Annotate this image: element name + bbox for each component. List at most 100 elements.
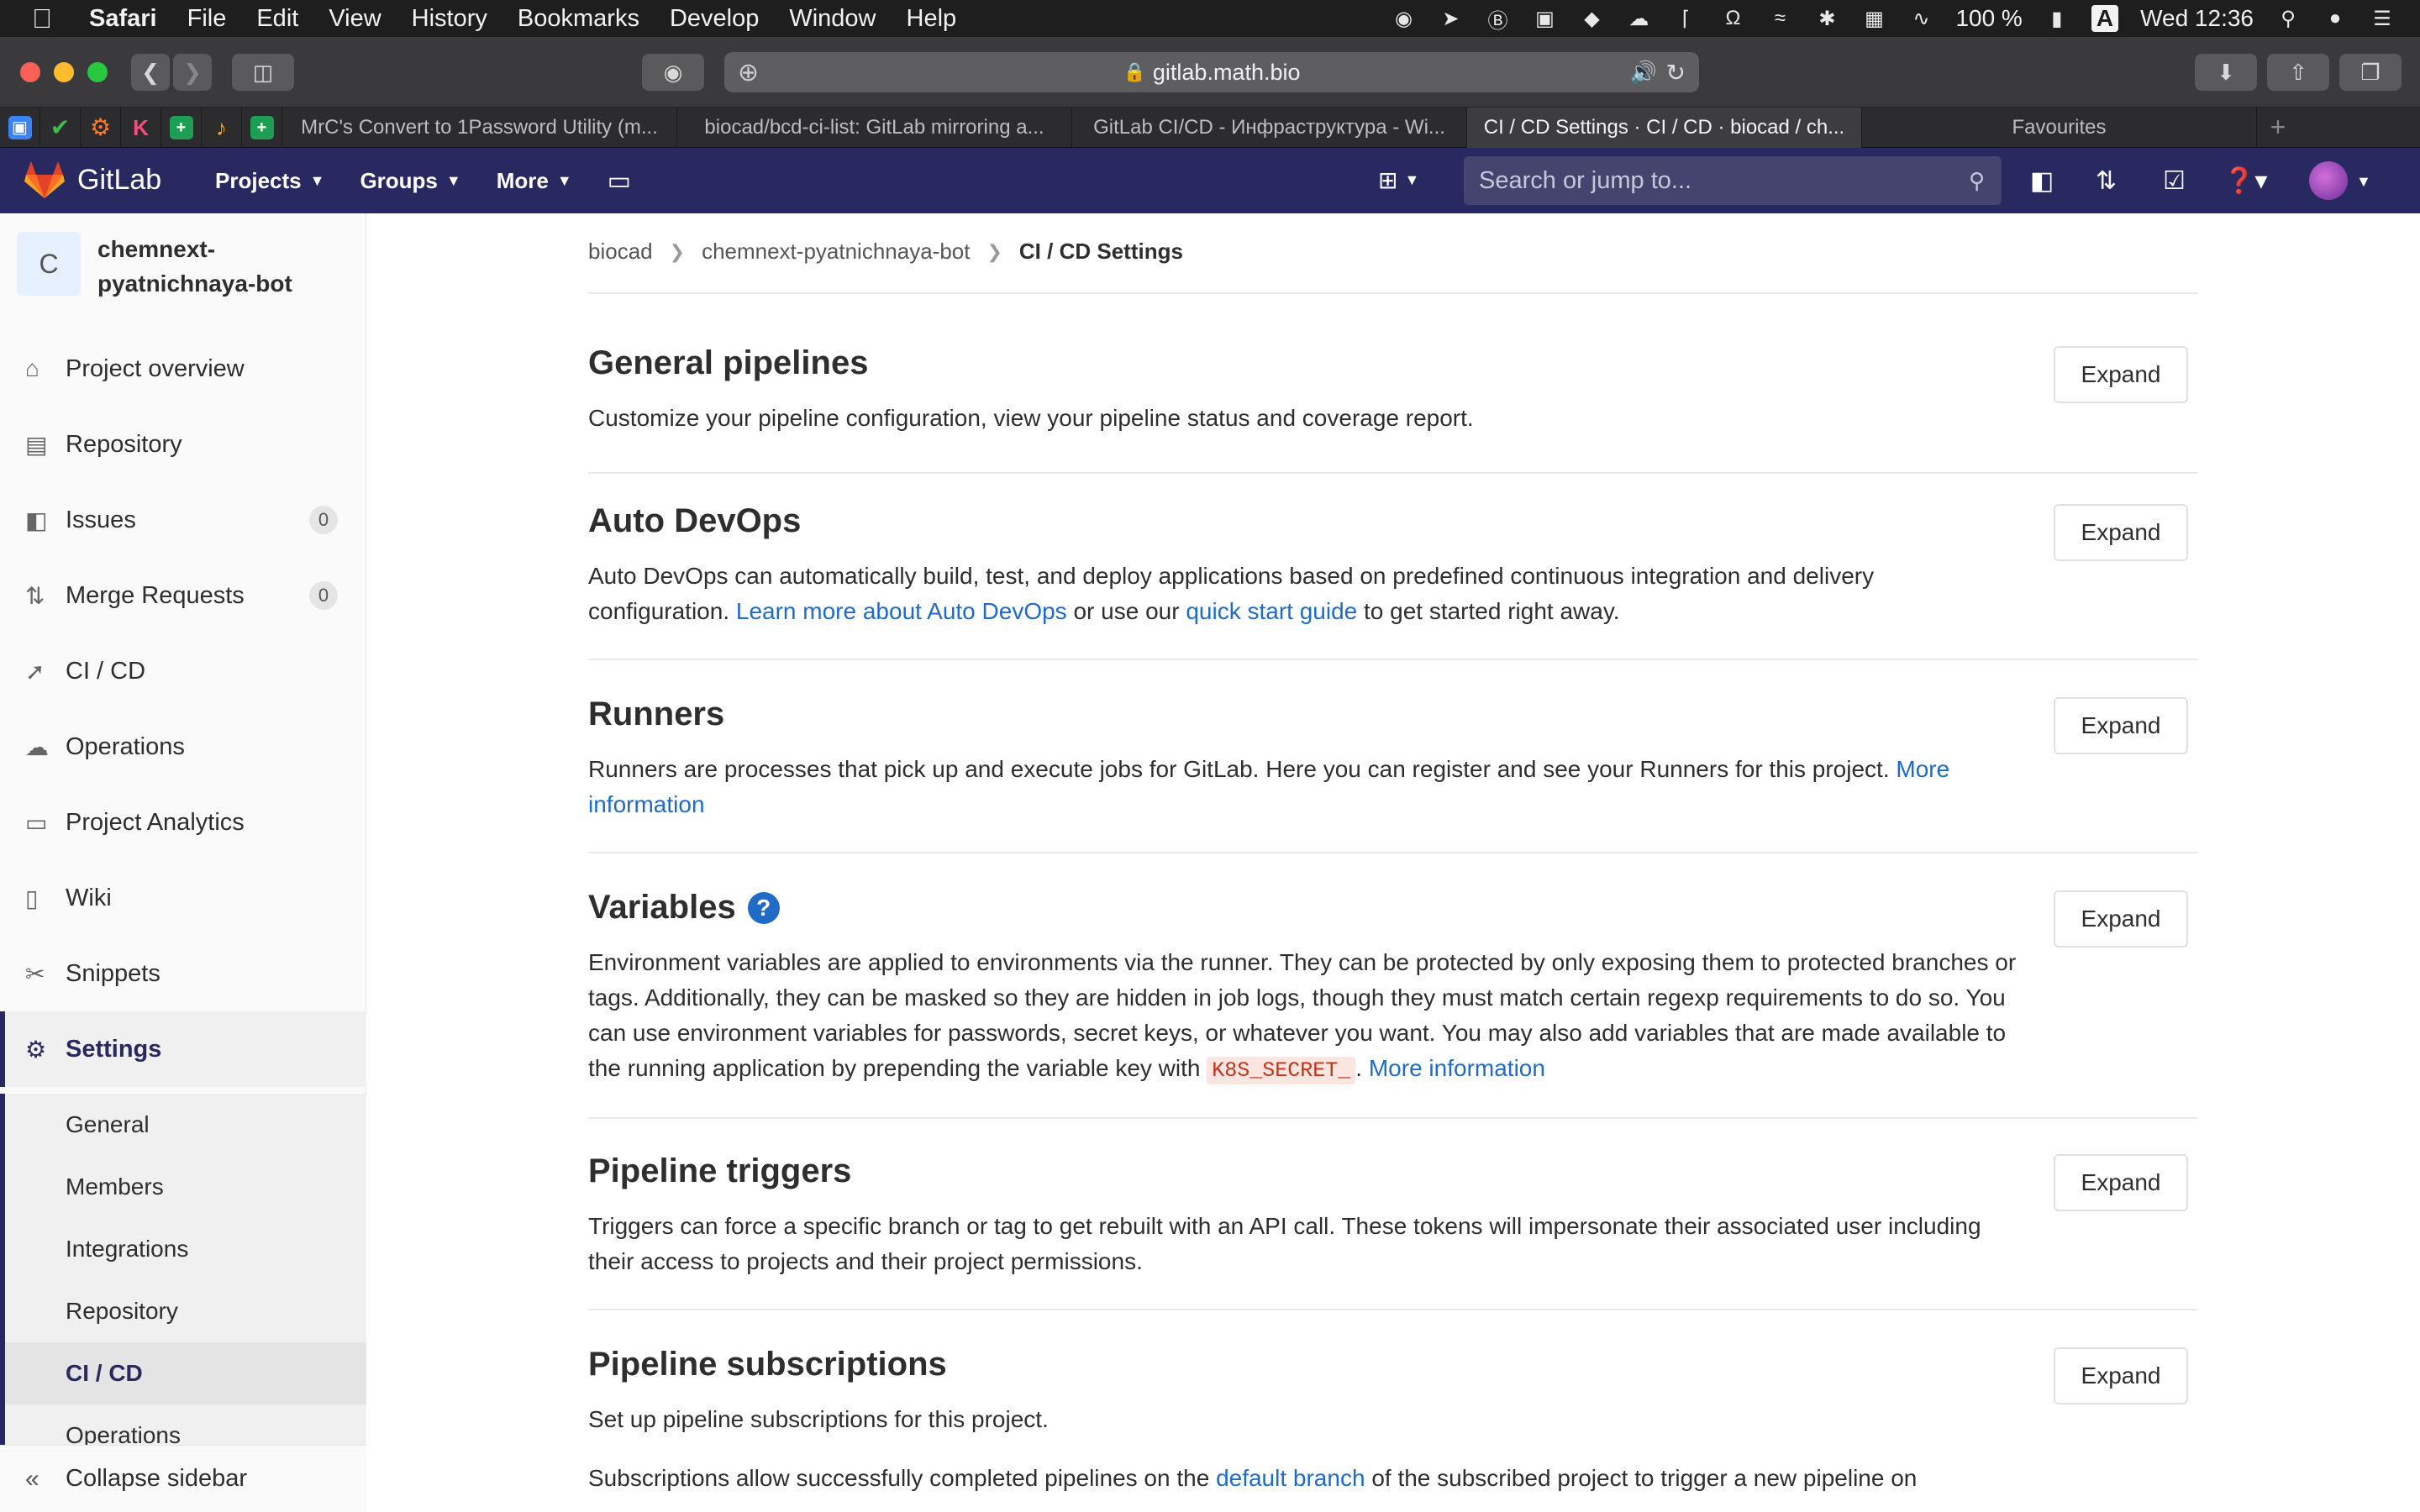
expand-button[interactable]: Expand — [2054, 890, 2188, 948]
docker-icon[interactable]: ▣ — [1532, 6, 1557, 31]
menu-view[interactable]: View — [329, 5, 381, 33]
wifi-icon[interactable]: ∿ — [1908, 6, 1933, 31]
nav-more-dropdown[interactable]: More ▼ — [497, 168, 572, 194]
browser-tab[interactable]: biocad/bcd-ci-list: GitLab mirroring a..… — [677, 107, 1072, 148]
browser-tab[interactable]: MrC's Convert to 1Password Utility (m... — [282, 107, 677, 148]
search-input[interactable]: Search or jump to... ⚲ — [1464, 156, 2002, 205]
quick-start-guide-link[interactable]: quick start guide — [1186, 598, 1357, 624]
sidebar-item-settings[interactable]: ⚙ Settings — [0, 1011, 366, 1087]
more-information-link[interactable]: More information — [1369, 1055, 1545, 1081]
sidebar-toggle-button[interactable]: ◫ — [232, 54, 294, 91]
clock[interactable]: Wed 12:36 — [2140, 5, 2254, 32]
downloads-button[interactable]: ⬇ — [2195, 54, 2257, 91]
headphones-icon[interactable]: Ω — [1720, 6, 1745, 31]
address-bar[interactable]: ⊕ 🔒 gitlab.math.bio 🔊 ↻ — [724, 52, 1699, 92]
zoom-window-button[interactable] — [87, 62, 108, 82]
pinned-tab[interactable]: ♪ — [202, 107, 242, 148]
menu-help[interactable]: Help — [907, 5, 957, 33]
sidebar-item-wiki[interactable]: ▯ Wiki — [0, 860, 366, 936]
skype-icon[interactable]: Ⓑ — [1485, 6, 1510, 33]
expand-button[interactable]: Expand — [2054, 346, 2188, 403]
menu-history[interactable]: History — [412, 5, 487, 33]
bluetooth-icon[interactable]: ✱ — [1814, 6, 1839, 31]
speaker-icon[interactable]: 🔊 — [1630, 60, 1657, 86]
pinned-tab[interactable]: + — [242, 107, 282, 148]
chevron-down-icon[interactable]: ▼ — [2356, 173, 2371, 191]
sidebar-item-project-overview[interactable]: ⌂ Project overview — [0, 331, 366, 407]
siri-icon[interactable]: ● — [2323, 6, 2348, 31]
subnav-item-members[interactable]: Members — [5, 1156, 366, 1218]
reload-icon[interactable]: ↻ — [1666, 59, 1686, 87]
new-tab-button[interactable]: + — [2257, 108, 2299, 148]
favourites-tab[interactable]: Favourites — [1862, 107, 2257, 148]
battery-icon[interactable]: ▮ — [2044, 6, 2070, 31]
expand-button[interactable]: Expand — [2054, 697, 2188, 754]
menu-develop[interactable]: Develop — [670, 5, 759, 33]
subnav-item-general[interactable]: General — [5, 1094, 366, 1156]
pinned-tab[interactable]: ▣ — [0, 107, 40, 148]
pinned-tab[interactable]: K — [121, 107, 161, 148]
issues-icon[interactable]: ◧ — [2030, 166, 2054, 196]
gitlab-logo[interactable]: GitLab — [24, 160, 161, 200]
collapse-sidebar-button[interactable]: « Collapse sidebar — [0, 1445, 366, 1512]
browser-tab-active[interactable]: CI / CD Settings · CI / CD · biocad / ch… — [1467, 107, 1862, 148]
sidebar-item-repository[interactable]: ▤ Repository — [0, 407, 366, 482]
nav-projects-dropdown[interactable]: Projects ▼ — [215, 168, 324, 194]
learn-more-auto-devops-link[interactable]: Learn more about Auto DevOps — [736, 598, 1067, 624]
cloud-upload-icon[interactable]: ☁ — [1626, 6, 1651, 31]
evernote-icon[interactable]: ◆ — [1579, 6, 1604, 31]
avatar[interactable] — [2309, 161, 2348, 200]
add-bookmark-icon[interactable]: ⊕ — [738, 58, 759, 87]
help-icon[interactable]: ❓▾ — [2223, 166, 2267, 196]
close-window-button[interactable] — [20, 62, 40, 82]
sidebar-item-merge-requests[interactable]: ⇅ Merge Requests 0 — [0, 558, 366, 633]
back-button[interactable]: ❮ — [131, 54, 170, 91]
pinned-tab[interactable]: ⚙ — [81, 107, 121, 148]
analytics-button[interactable]: ▭ — [608, 166, 631, 196]
apple-icon[interactable]:  — [32, 3, 79, 34]
notification-center-icon[interactable]: ☰ — [2370, 6, 2395, 31]
input-source-indicator[interactable]: A — [2091, 5, 2119, 32]
default-branch-link[interactable]: default branch — [1216, 1465, 1365, 1491]
telegram-icon[interactable]: ➤ — [1438, 6, 1463, 31]
breadcrumb-item-project[interactable]: chemnext-pyatnichnaya-bot — [702, 239, 970, 265]
menu-app-safari[interactable]: Safari — [89, 5, 157, 33]
sidebar-item-label: Project Analytics — [66, 808, 245, 836]
keyboard-icon[interactable]: ▦ — [1861, 6, 1886, 31]
menu-file[interactable]: File — [187, 5, 227, 33]
new-item-dropdown[interactable]: ⊞ ▼ — [1378, 166, 1419, 194]
project-header[interactable]: C chemnext-pyatnichnaya-bot — [17, 232, 350, 301]
onepassword-icon[interactable]: ◉ — [1391, 6, 1416, 31]
sidebar-item-issues[interactable]: ◧ Issues 0 — [0, 482, 366, 558]
sidebar-item-snippets[interactable]: ✂ Snippets — [0, 936, 366, 1011]
expand-button[interactable]: Expand — [2054, 1154, 2188, 1211]
todo-icon[interactable]: ☑ — [2163, 166, 2186, 196]
minimize-window-button[interactable] — [54, 62, 74, 82]
forward-button[interactable]: ❯ — [173, 54, 212, 91]
menu-edit[interactable]: Edit — [256, 5, 298, 33]
spotlight-search-icon[interactable]: ⚲ — [2275, 6, 2301, 31]
expand-button[interactable]: Expand — [2054, 1347, 2188, 1404]
breadcrumb-item-biocad[interactable]: biocad — [588, 239, 653, 265]
figure-icon[interactable]: ⌈ — [1673, 6, 1698, 31]
browser-tab[interactable]: GitLab CI/CD - Инфраструктура - Wi... — [1072, 107, 1467, 148]
pinned-tab[interactable]: + — [161, 107, 202, 148]
subnav-item-repository[interactable]: Repository — [5, 1280, 366, 1342]
sidebar-item-ci-cd[interactable]: ➚ CI / CD — [0, 633, 366, 709]
share-button[interactable]: ⇧ — [2267, 54, 2329, 91]
pinned-tab[interactable]: ✔ — [40, 107, 81, 148]
question-circle-icon[interactable]: ? — [747, 891, 780, 924]
sidebar-item-operations[interactable]: ☁ Operations — [0, 709, 366, 785]
show-tabs-button[interactable]: ❐ — [2339, 54, 2402, 91]
nav-groups-dropdown[interactable]: Groups ▼ — [360, 168, 460, 194]
merge-request-icon[interactable]: ⇅ — [2096, 166, 2117, 196]
subnav-item-ci-cd[interactable]: CI / CD — [5, 1342, 366, 1404]
onepassword-extension-button[interactable]: ◉ — [642, 54, 704, 91]
sidebar-item-project-analytics[interactable]: ▭ Project Analytics — [0, 785, 366, 860]
menu-bookmarks[interactable]: Bookmarks — [518, 5, 639, 33]
subnav-item-integrations[interactable]: Integrations — [5, 1218, 366, 1280]
breadcrumb-item-current[interactable]: CI / CD Settings — [1019, 239, 1183, 265]
sync-icon[interactable]: ≈ — [1767, 6, 1792, 31]
expand-button[interactable]: Expand — [2054, 504, 2188, 561]
menu-window[interactable]: Window — [789, 5, 876, 33]
